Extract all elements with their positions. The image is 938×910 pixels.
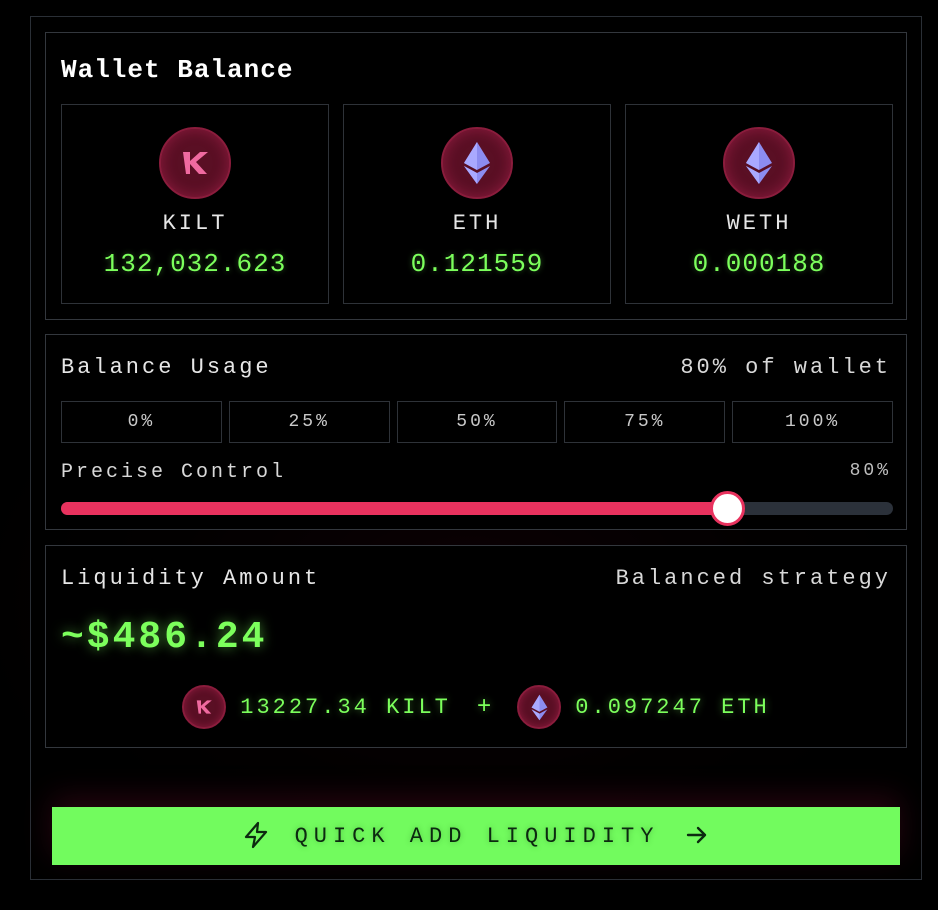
wallet-usage-summary: 80% of wallet — [680, 355, 891, 380]
balance-usage-card: Balance Usage 80% of wallet 0% 25% 50% 7… — [45, 334, 907, 530]
ethereum-icon — [441, 127, 513, 199]
token-balance: 132,032.623 — [103, 249, 287, 279]
token-card-weth: WETH 0.000188 — [625, 104, 893, 304]
liquidity-amount-card: Liquidity Amount Balanced strategy ~$486… — [45, 545, 907, 748]
kilt-logo-icon — [182, 685, 227, 729]
arrow-right-icon — [685, 824, 709, 849]
lightning-icon — [243, 821, 269, 852]
ethereum-icon — [723, 127, 795, 199]
token-balance: 0.000188 — [692, 249, 826, 279]
preset-100-button[interactable]: 100% — [732, 401, 893, 443]
eth-amount: 0.097247 ETH — [575, 694, 770, 720]
usage-slider[interactable] — [61, 491, 893, 526]
slider-fill — [61, 502, 727, 515]
percentage-presets: 0% 25% 50% 75% 100% — [61, 401, 893, 443]
plus-sign: + — [476, 693, 492, 721]
precise-control-label: Precise Control — [61, 461, 287, 484]
wallet-balance-card: Wallet Balance KILT 132,032.623 ETH 0.12… — [45, 32, 907, 320]
token-card-kilt: KILT 132,032.623 — [61, 104, 329, 304]
token-symbol: WETH — [726, 211, 792, 236]
token-pair-breakdown: 13227.34 KILT + 0.097247 ETH — [46, 685, 906, 729]
liquidity-amount-title: Liquidity Amount — [61, 566, 321, 591]
wallet-balance-title: Wallet Balance — [61, 55, 294, 85]
preset-75-button[interactable]: 75% — [564, 401, 726, 443]
preset-0-button[interactable]: 0% — [61, 401, 222, 443]
slider-thumb[interactable] — [709, 491, 745, 526]
balance-usage-title: Balance Usage — [61, 355, 272, 380]
quick-add-label: QUICK ADD LIQUIDITY — [294, 823, 660, 849]
token-symbol: ETH — [452, 211, 502, 236]
token-balance: 0.121559 — [410, 249, 544, 279]
preset-50-button[interactable]: 50% — [396, 401, 558, 443]
kilt-amount: 13227.34 KILT — [240, 694, 451, 720]
strategy-label: Balanced strategy — [615, 566, 891, 591]
kilt-logo-icon — [159, 127, 231, 199]
precise-control-value: 80% — [849, 461, 891, 481]
token-card-eth: ETH 0.121559 — [343, 104, 611, 304]
quick-add-liquidity-button[interactable]: QUICK ADD LIQUIDITY — [52, 807, 900, 865]
ethereum-icon — [517, 685, 562, 729]
liquidity-usd-amount: ~$486.24 — [61, 616, 268, 659]
token-symbol: KILT — [162, 211, 228, 236]
preset-25-button[interactable]: 25% — [228, 401, 390, 443]
